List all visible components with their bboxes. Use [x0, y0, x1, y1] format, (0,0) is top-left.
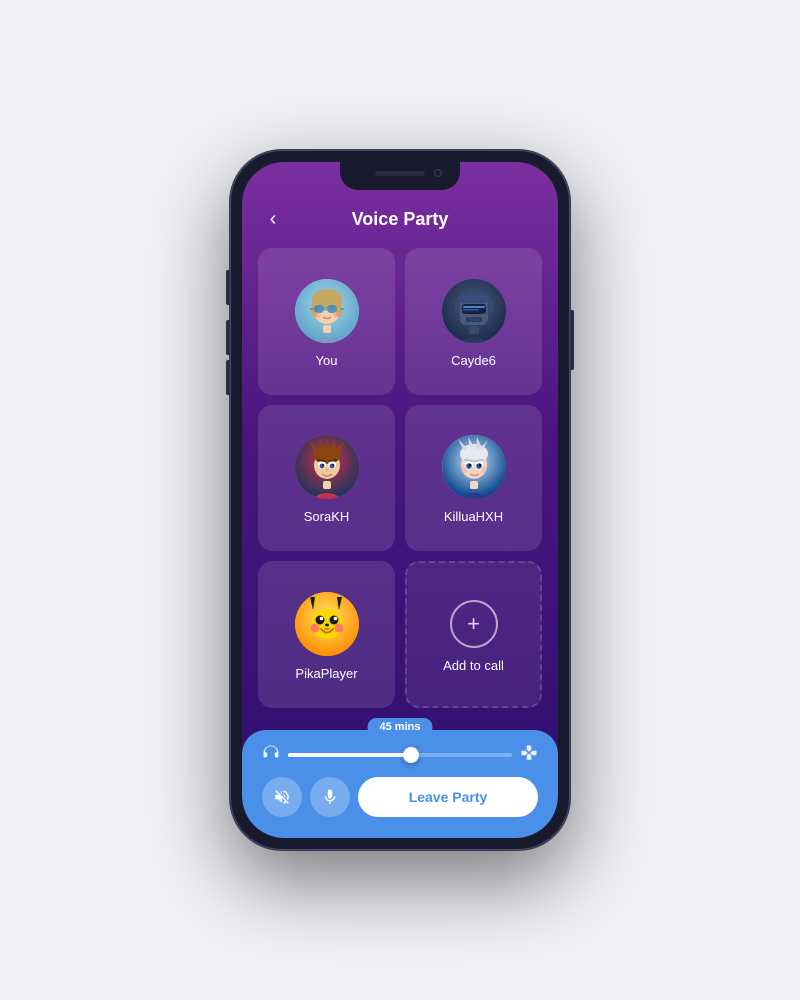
avatar-killuaHXH [442, 435, 506, 499]
avatar-cayde6 [442, 279, 506, 343]
headset-icon [262, 744, 280, 767]
member-name-killuaHXH: KilluaHXH [444, 509, 503, 524]
control-bar-wrapper: 45 mins [242, 718, 558, 838]
member-name-you: You [316, 353, 338, 368]
party-card-pikaPlayer[interactable]: PikaPlayer [258, 561, 395, 708]
slider-fill [288, 753, 411, 757]
speaker [375, 171, 425, 176]
app-content: ‹ Voice Party [242, 162, 558, 838]
member-name-pikaPlayer: PikaPlayer [295, 666, 357, 681]
notch [340, 162, 460, 190]
leave-party-button[interactable]: Leave Party [358, 777, 538, 817]
page-title: Voice Party [352, 209, 449, 230]
avatar-pikaPlayer [295, 592, 359, 656]
time-badge: 45 mins [368, 718, 433, 736]
avatar-you [295, 279, 359, 343]
party-grid: You [242, 238, 558, 718]
camera [434, 169, 442, 177]
avatar-sorakH [295, 435, 359, 499]
leave-party-label: Leave Party [409, 789, 488, 805]
volume-slider-row [262, 744, 538, 767]
add-icon: + [450, 600, 498, 648]
party-card-cayde6[interactable]: Cayde6 [405, 248, 542, 395]
member-name-sorakH: SoraKH [304, 509, 350, 524]
party-card-killuaHXH[interactable]: KilluaHXH [405, 405, 542, 552]
member-name-cayde6: Cayde6 [451, 353, 496, 368]
header: ‹ Voice Party [242, 197, 558, 238]
volume-slider-track[interactable] [288, 753, 512, 757]
add-to-call-label: Add to call [443, 658, 504, 673]
phone-frame: ‹ Voice Party [230, 150, 570, 850]
mute-button[interactable] [262, 777, 302, 817]
add-to-call-card[interactable]: + Add to call [405, 561, 542, 708]
party-card-you[interactable]: You [258, 248, 395, 395]
slider-thumb[interactable] [403, 747, 419, 763]
back-button[interactable]: ‹ [258, 205, 288, 235]
control-bar: Leave Party [242, 730, 558, 838]
gamepad-icon [520, 744, 538, 767]
mic-button[interactable] [310, 777, 350, 817]
action-buttons-row: Leave Party [262, 777, 538, 817]
party-card-sorakH[interactable]: SoraKH [258, 405, 395, 552]
phone-screen: ‹ Voice Party [242, 162, 558, 838]
